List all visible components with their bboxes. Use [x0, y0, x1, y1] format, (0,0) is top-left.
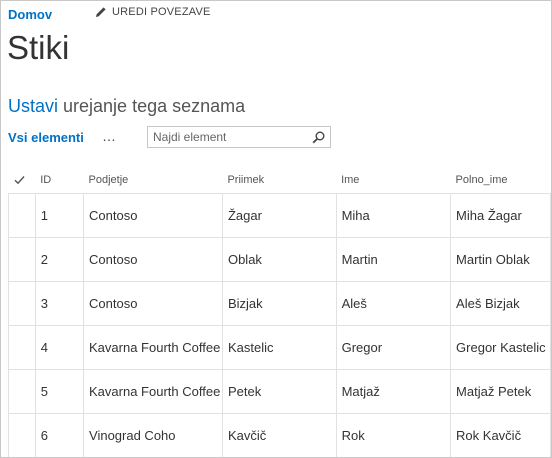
pencil-icon	[96, 7, 106, 18]
cell-full-name[interactable]: Rok Kavčič	[450, 413, 551, 457]
table-row[interactable]: 6 Vinograd Coho Kavčič Rok Rok Kavčič	[8, 413, 551, 457]
table-row[interactable]: 1 Contoso Žagar Miha Miha Žagar	[8, 193, 551, 238]
more-options-button[interactable]: …	[102, 128, 116, 144]
cell-full-name[interactable]: Miha Žagar	[450, 193, 551, 238]
edit-links-button[interactable]: UREDI POVEZAVE	[95, 6, 211, 18]
edit-links-label: UREDI POVEZAVE	[112, 6, 211, 18]
top-nav: Domov	[8, 6, 52, 22]
cell-full-name[interactable]: Aleš Bizjak	[450, 281, 551, 326]
cell-id[interactable]: 4	[35, 325, 85, 370]
search-input[interactable]	[153, 130, 303, 144]
cell-company[interactable]: Contoso	[83, 193, 223, 238]
cell-first-name[interactable]: Martin	[336, 237, 452, 282]
cell-company[interactable]: Kavarna Fourth Coffee	[83, 369, 223, 414]
row-select-cell[interactable]	[8, 281, 36, 326]
table-row[interactable]: 3 Contoso Bizjak Aleš Aleš Bizjak	[8, 281, 551, 326]
cell-first-name[interactable]: Gregor	[336, 325, 452, 370]
cell-full-name[interactable]: Martin Oblak	[450, 237, 551, 282]
row-select-cell[interactable]	[8, 413, 36, 457]
stop-editing-link[interactable]: Ustavi	[8, 96, 58, 116]
cell-last-name[interactable]: Oblak	[222, 237, 337, 282]
cell-last-name[interactable]: Kavčič	[222, 413, 337, 457]
search-box	[147, 126, 331, 148]
cell-full-name[interactable]: Gregor Kastelic	[450, 325, 551, 370]
search-icon[interactable]	[312, 131, 325, 144]
cell-id[interactable]: 3	[35, 281, 85, 326]
cell-company[interactable]: Kavarna Fourth Coffee	[83, 325, 223, 370]
cell-first-name[interactable]: Miha	[336, 193, 452, 238]
checkmark-icon	[14, 175, 25, 184]
page-title: Stiki	[7, 29, 70, 66]
cell-company[interactable]: Contoso	[83, 237, 223, 282]
column-header-full-name[interactable]: Polno_ime	[450, 166, 551, 194]
table-row[interactable]: 2 Contoso Oblak Martin Martin Oblak	[8, 237, 551, 282]
row-select-cell[interactable]	[8, 193, 36, 238]
cell-full-name[interactable]: Matjaž Petek	[450, 369, 551, 414]
table-row[interactable]: 5 Kavarna Fourth Coffee Petek Matjaž Mat…	[8, 369, 551, 414]
view-toolbar: Vsi elementi …	[8, 125, 548, 151]
cell-company[interactable]: Vinograd Coho	[83, 413, 223, 457]
cell-last-name[interactable]: Kastelic	[222, 325, 337, 370]
edit-list-text: urejanje tega seznama	[58, 96, 246, 116]
cell-id[interactable]: 2	[35, 237, 85, 282]
contacts-table: ID Podjetje Priimek Ime Polno_ime 1 Cont…	[8, 166, 551, 457]
cell-last-name[interactable]: Bizjak	[222, 281, 337, 326]
cell-last-name[interactable]: Petek	[222, 369, 337, 414]
view-all-items-tab[interactable]: Vsi elementi	[8, 130, 84, 145]
column-header-id[interactable]: ID	[35, 166, 84, 194]
cell-last-name[interactable]: Žagar	[222, 193, 337, 238]
row-select-cell[interactable]	[8, 325, 36, 370]
column-header-first-name[interactable]: Ime	[336, 166, 451, 194]
row-select-cell[interactable]	[8, 369, 36, 414]
row-select-cell[interactable]	[8, 237, 36, 282]
cell-first-name[interactable]: Matjaž	[336, 369, 452, 414]
cell-id[interactable]: 5	[35, 369, 85, 414]
table-header-row: ID Podjetje Priimek Ime Polno_ime	[8, 166, 551, 194]
select-all-checkbox[interactable]	[8, 166, 36, 194]
cell-id[interactable]: 6	[35, 413, 85, 457]
page-frame: Domov UREDI POVEZAVE Stiki Ustavi urejan…	[0, 0, 552, 458]
cell-first-name[interactable]: Rok	[336, 413, 452, 457]
edit-list-line: Ustavi urejanje tega seznama	[8, 95, 245, 117]
cell-first-name[interactable]: Aleš	[336, 281, 452, 326]
cell-company[interactable]: Contoso	[83, 281, 223, 326]
cell-id[interactable]: 1	[35, 193, 85, 238]
column-header-company[interactable]: Podjetje	[83, 166, 223, 194]
table-row[interactable]: 4 Kavarna Fourth Coffee Kastelic Gregor …	[8, 325, 551, 370]
column-header-last-name[interactable]: Priimek	[222, 166, 337, 194]
home-link[interactable]: Domov	[8, 7, 52, 22]
